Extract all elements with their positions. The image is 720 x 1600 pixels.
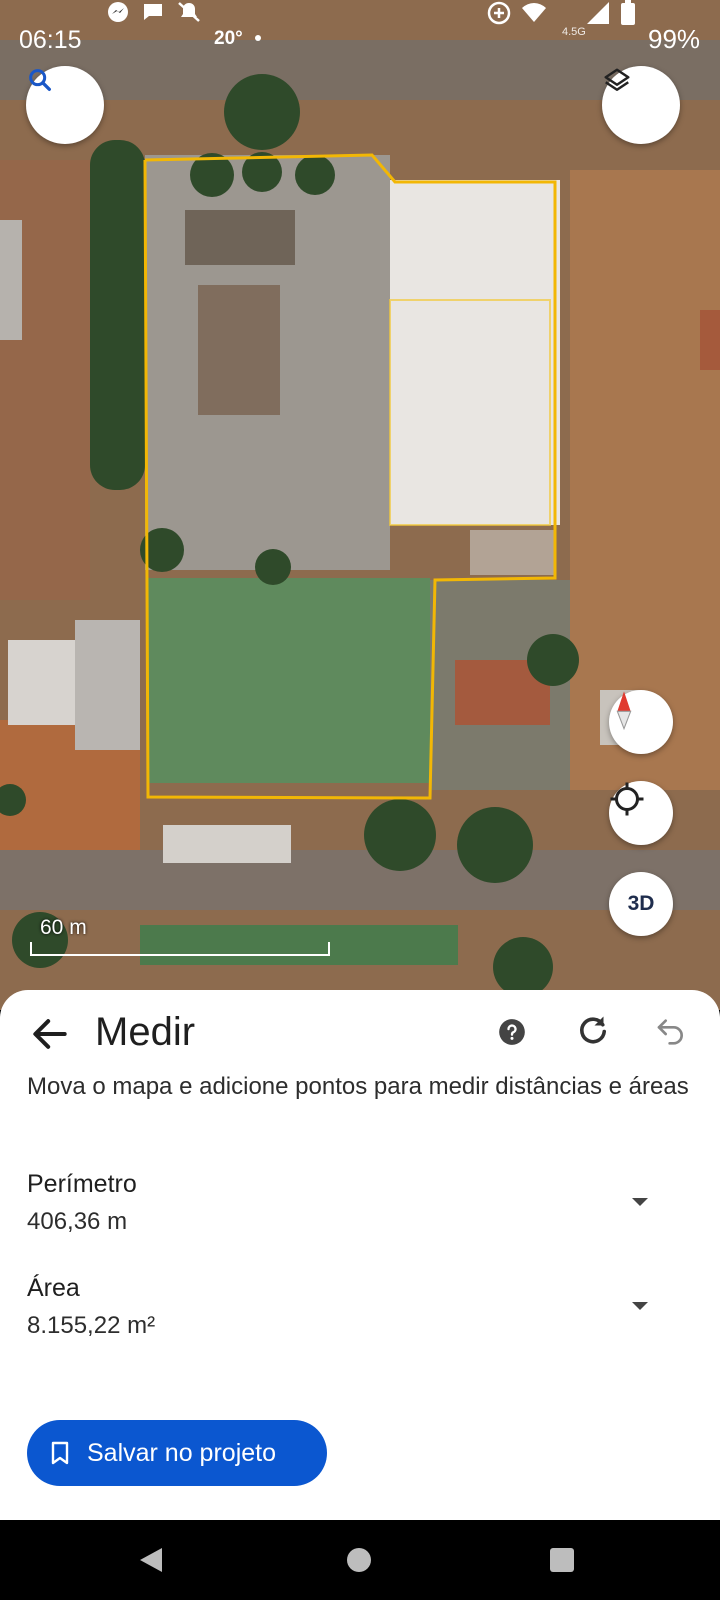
save-to-project-button[interactable]: Salvar no projeto — [27, 1420, 327, 1486]
measure-description: Mova o mapa e adicione pontos para medir… — [27, 1073, 689, 1100]
perimeter-label: Perímetro — [27, 1170, 137, 1198]
nav-home-icon[interactable] — [346, 1547, 372, 1573]
area-value: 8.155,22 m² — [27, 1312, 156, 1339]
satellite-map[interactable]: 06:15 20° 4.5G 99% 3D 60 m — [0, 0, 720, 1010]
battery-icon — [621, 0, 635, 25]
area-unit-dropdown-icon[interactable] — [632, 1302, 648, 1310]
compass-icon — [616, 691, 632, 730]
measure-title: Medir — [95, 1010, 196, 1054]
status-time: 06:15 — [19, 26, 82, 54]
scale-line — [30, 942, 330, 956]
messenger-icon — [108, 2, 128, 22]
chat-bubble-icon — [144, 4, 162, 20]
scale-bar: 60 m — [26, 916, 334, 960]
dot-icon — [255, 35, 261, 41]
three-d-button[interactable]: 3D — [609, 872, 673, 936]
data-saver-icon — [487, 1, 511, 25]
area-label: Área — [27, 1274, 80, 1302]
perimeter-unit-dropdown-icon[interactable] — [632, 1198, 648, 1206]
bookmark-icon — [51, 1441, 69, 1465]
back-arrow-icon[interactable] — [28, 1012, 72, 1056]
help-icon[interactable] — [498, 1018, 526, 1046]
signal-icon — [587, 2, 609, 24]
my-location-button[interactable] — [609, 781, 673, 845]
wifi-icon — [522, 3, 546, 22]
crosshair-icon — [610, 782, 644, 816]
status-bar: 06:15 20° 4.5G 99% — [0, 0, 720, 80]
save-to-project-label: Salvar no projeto — [87, 1438, 277, 1467]
undo-icon[interactable] — [655, 1014, 687, 1046]
status-temperature: 20° — [214, 28, 243, 49]
redo-icon[interactable] — [575, 1012, 611, 1048]
system-nav-bar — [0, 1520, 720, 1600]
three-d-label: 3D — [627, 892, 655, 915]
scale-label: 60 m — [40, 916, 87, 939]
measure-sheet: Medir Mova o mapa e adicione pontos para… — [0, 990, 720, 1520]
map-imagery — [0, 0, 720, 1010]
perimeter-value: 406,36 m — [27, 1208, 128, 1235]
nav-back-icon[interactable] — [138, 1546, 164, 1574]
nav-recents-icon[interactable] — [549, 1547, 575, 1573]
network-type: 4.5G — [562, 26, 586, 38]
notifications-off-icon — [178, 2, 200, 22]
battery-percent: 99% — [648, 24, 701, 54]
compass-button[interactable] — [609, 690, 673, 754]
